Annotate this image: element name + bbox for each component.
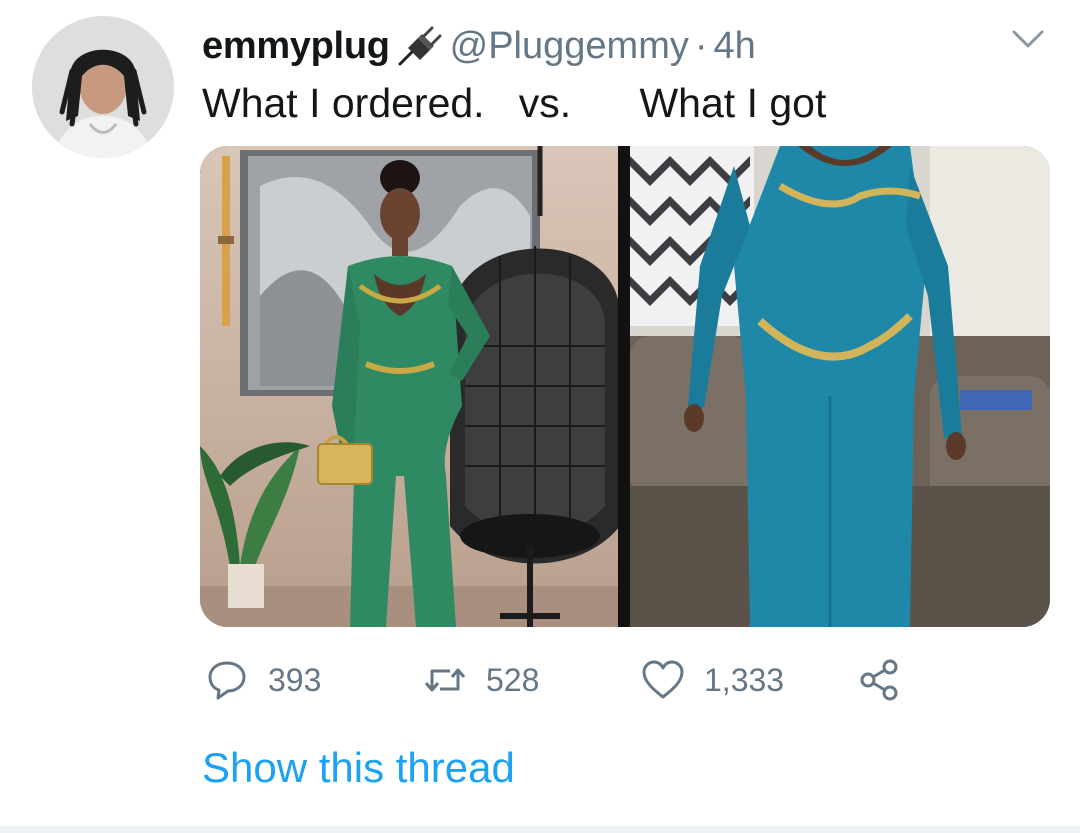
received-outfit-image (630, 146, 1050, 627)
reply-count: 393 (268, 661, 322, 698)
tweet-media[interactable] (200, 146, 1050, 627)
user-handle[interactable]: @Pluggemmy (450, 25, 689, 68)
tweet-card[interactable]: emmyplug @Pluggemmy · 4h What I ordered.… (0, 0, 1080, 833)
show-thread-link[interactable]: Show this thread (202, 744, 515, 792)
tweet-text: What I ordered. vs. What I got (202, 80, 827, 126)
photo-ordered[interactable] (200, 146, 618, 627)
retweet-count: 528 (486, 661, 540, 698)
tweet-header: emmyplug @Pluggemmy · 4h (202, 22, 756, 70)
display-name[interactable]: emmyplug (202, 25, 390, 68)
ordered-outfit-image (200, 146, 618, 627)
chevron-down-icon[interactable] (1008, 26, 1048, 52)
divider (0, 826, 1080, 833)
electric-plug-icon (398, 26, 442, 66)
heart-icon (642, 660, 684, 699)
like-count: 1,333 (704, 661, 785, 698)
tweet-timestamp[interactable]: 4h (714, 25, 756, 68)
separator-dot: · (694, 24, 708, 67)
like-button[interactable]: 1,333 (640, 652, 784, 708)
tweet-actions: 393 528 1,333 (204, 652, 924, 708)
reply-icon (208, 661, 246, 700)
avatar[interactable] (32, 16, 174, 158)
retweet-icon (424, 668, 466, 692)
reply-button[interactable]: 393 (204, 652, 321, 708)
retweet-button[interactable]: 528 (422, 652, 539, 708)
avatar-image (32, 16, 174, 158)
share-icon (860, 659, 898, 701)
share-button[interactable] (856, 652, 902, 708)
photo-received[interactable] (630, 146, 1050, 627)
